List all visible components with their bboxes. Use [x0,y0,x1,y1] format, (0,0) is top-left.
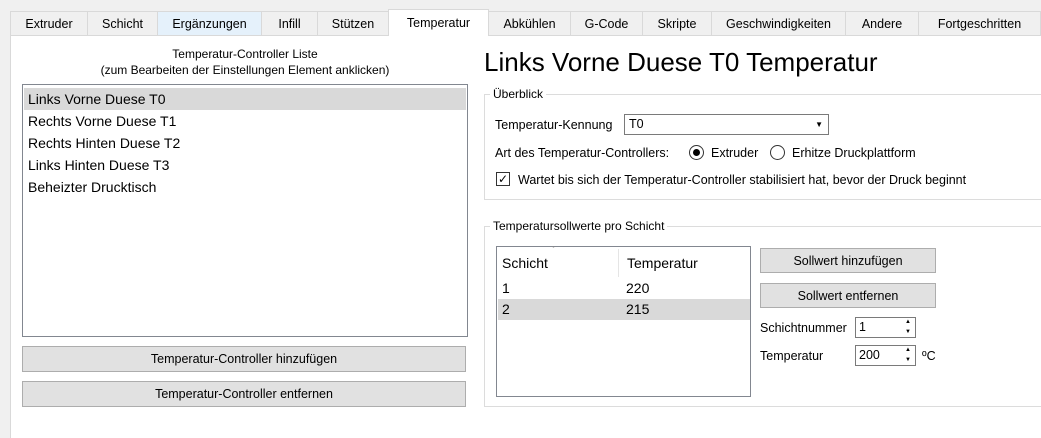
column-header-temperature[interactable]: Temperatur [627,253,698,273]
tab-ergaenzungen[interactable]: Ergänzungen [157,11,262,35]
list-item[interactable]: Rechts Hinten Duese T2 [24,132,466,154]
controller-list-title: Temperatur-Controller Liste (zum Bearbei… [22,46,468,78]
tab-label: Andere [861,16,903,31]
radio-extruder[interactable] [689,145,704,160]
setpoints-table[interactable]: ˇ Schicht Temperatur 1 220 2 215 [496,245,751,397]
tab-label: Schicht [102,16,143,31]
tab-fortgeschritten[interactable]: Fortgeschritten [918,11,1041,35]
tab-geschwindigkeiten[interactable]: Geschwindigkeiten [711,11,846,35]
tab-label: Temperatur [406,16,471,30]
layer-number-value: 1 [859,320,866,334]
tab-label: Geschwindigkeiten [726,16,831,31]
cell-temperature: 220 [626,280,650,296]
controller-listbox[interactable]: Links Vorne Duese T0 Rechts Vorne Duese … [22,84,468,337]
list-item[interactable]: Links Hinten Duese T3 [24,154,466,176]
tab-bar: Extruder Schicht Ergänzungen Infill Stüt… [10,9,1041,36]
list-item[interactable]: Beheizter Drucktisch [24,176,466,198]
temperature-unit: ºC [922,349,936,363]
list-title-line2: (zum Bearbeiten der Einstellungen Elemen… [100,63,390,77]
cell-layer: 1 [502,280,510,296]
table-row[interactable]: 1 220 [498,278,750,299]
tab-label: Abkühlen [503,16,556,31]
radio-heated-bed-label: Erhitze Druckplattform [792,146,916,160]
temperature-value: 200 [859,348,880,362]
tab-temperatur[interactable]: Temperatur [388,9,489,36]
checkmark-icon: ✓ [497,172,509,186]
tab-label: G-Code [584,16,629,31]
list-item[interactable]: Links Vorne Duese T0 [24,88,466,110]
temperature-id-select[interactable]: T0 ▼ [624,114,829,135]
tab-infill[interactable]: Infill [261,11,318,35]
page-title: Links Vorne Duese T0 Temperatur [484,47,878,77]
temperature-stepper[interactable]: 200 ▲ ▼ [855,345,916,366]
spin-down-icon[interactable]: ▼ [902,328,914,337]
tab-label: Stützen [331,16,375,31]
setpoints-group-label: Temperatursollwerte pro Schicht [490,219,668,233]
tab-label: Ergänzungen [172,16,247,31]
temperature-id-value: T0 [629,117,644,131]
remove-controller-button[interactable]: Temperatur-Controller entfernen [22,381,466,407]
tab-extruder[interactable]: Extruder [10,11,88,35]
tab-label: Fortgeschritten [937,16,1022,31]
cell-layer: 2 [502,301,510,317]
tab-stuetzen[interactable]: Stützen [317,11,389,35]
table-row[interactable]: 2 215 [498,299,750,320]
list-title-line1: Temperatur-Controller Liste [172,47,318,61]
layer-number-label: Schichtnummer [760,321,847,335]
spin-up-icon[interactable]: ▲ [902,318,914,327]
add-setpoint-button[interactable]: Sollwert hinzufügen [760,248,936,273]
tab-label: Infill [278,16,301,31]
tab-gcode[interactable]: G-Code [570,11,643,35]
radio-extruder-label: Extruder [711,146,759,160]
tab-schicht[interactable]: Schicht [87,11,158,35]
radio-heated-bed[interactable] [770,145,785,160]
chevron-down-icon: ▼ [815,120,823,129]
controller-type-label: Art des Temperatur-Controllers: [495,146,670,160]
column-divider [618,249,619,277]
tab-label: Extruder [25,16,73,31]
sort-arrow-icon: ˇ [552,245,555,255]
temperature-id-label: Temperatur-Kennung [495,118,613,132]
tab-skripte[interactable]: Skripte [642,11,712,35]
tab-andere[interactable]: Andere [845,11,919,35]
list-item[interactable]: Rechts Vorne Duese T1 [24,110,466,132]
column-header-layer[interactable]: Schicht [502,253,548,273]
remove-setpoint-button[interactable]: Sollwert entfernen [760,283,936,308]
overview-group-label: Überblick [490,87,547,101]
tab-abkuehlen[interactable]: Abkühlen [488,11,571,35]
stabilize-checkbox[interactable]: ✓ [496,172,510,186]
spin-down-icon[interactable]: ▼ [902,356,914,365]
spin-up-icon[interactable]: ▲ [902,346,914,355]
cell-temperature: 215 [626,301,650,317]
layer-number-stepper[interactable]: 1 ▲ ▼ [855,317,916,338]
stabilize-label: Wartet bis sich der Temperatur-Controlle… [518,173,967,187]
add-controller-button[interactable]: Temperatur-Controller hinzufügen [22,346,466,372]
tab-label: Skripte [657,16,697,31]
temperature-label: Temperatur [760,349,824,363]
